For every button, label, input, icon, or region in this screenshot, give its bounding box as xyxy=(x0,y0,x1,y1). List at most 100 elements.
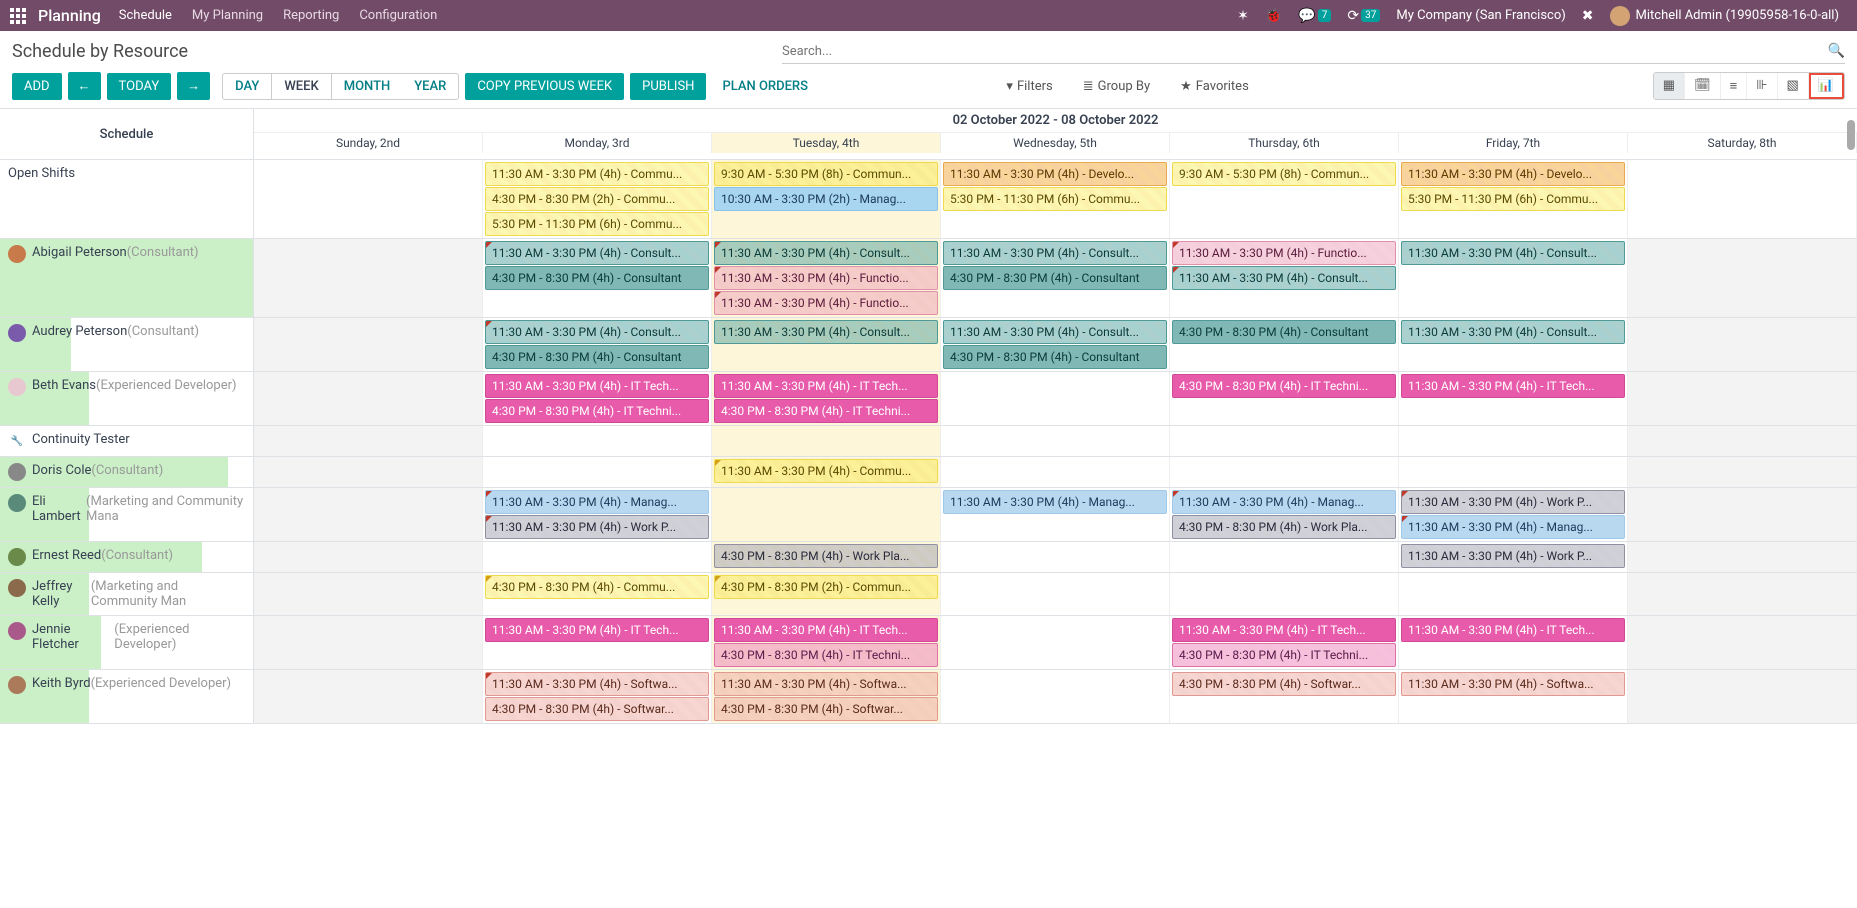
shift-pill[interactable]: 11:30 AM - 3:30 PM (4h) - Softwa... xyxy=(485,672,709,696)
nav-my-planning[interactable]: My Planning xyxy=(192,8,263,23)
day-cell[interactable]: 11:30 AM - 3:30 PM (4h) - Commu...4:30 P… xyxy=(483,160,712,238)
day-cell[interactable]: 11:30 AM - 3:30 PM (4h) - Work P... xyxy=(1399,542,1628,572)
shift-pill[interactable]: 11:30 AM - 3:30 PM (4h) - Manag... xyxy=(485,490,709,514)
view-pivot-icon[interactable]: ▧ xyxy=(1778,73,1809,99)
day-cell[interactable]: 4:30 PM - 8:30 PM (2h) - Commun... xyxy=(712,573,941,615)
day-cell[interactable]: 11:30 AM - 3:30 PM (4h) - Develo...5:30 … xyxy=(1399,160,1628,238)
shift-pill[interactable]: 11:30 AM - 3:30 PM (4h) - IT Tech... xyxy=(1172,618,1396,642)
resource-cell[interactable]: Doris Cole (Consultant) xyxy=(0,457,254,487)
day-cell[interactable] xyxy=(254,616,483,669)
day-cell[interactable] xyxy=(1628,542,1857,572)
day-cell[interactable] xyxy=(1628,616,1857,669)
day-cell[interactable] xyxy=(254,160,483,238)
shift-pill[interactable]: 11:30 AM - 3:30 PM (4h) - IT Tech... xyxy=(1401,374,1625,398)
day-cell[interactable] xyxy=(254,488,483,541)
view-list-icon[interactable]: ≡ xyxy=(1721,73,1748,99)
shift-pill[interactable]: 4:30 PM - 8:30 PM (4h) - Consultant xyxy=(485,266,709,290)
resource-cell[interactable]: Eli Lambert (Marketing and Community Man… xyxy=(0,488,254,541)
shift-pill[interactable]: 4:30 PM - 8:30 PM (4h) - Softwar... xyxy=(714,697,938,721)
shift-pill[interactable]: 11:30 AM - 3:30 PM (4h) - Softwa... xyxy=(714,672,938,696)
day-cell[interactable]: 11:30 AM - 3:30 PM (4h) - IT Tech...4:30… xyxy=(1170,616,1399,669)
day-cell[interactable]: 11:30 AM - 3:30 PM (4h) - Consult...4:30… xyxy=(941,318,1170,371)
day-cell[interactable] xyxy=(1628,239,1857,317)
nav-schedule[interactable]: Schedule xyxy=(119,8,172,23)
shift-pill[interactable]: 5:30 PM - 11:30 PM (6h) - Commu... xyxy=(943,187,1167,211)
shift-pill[interactable]: 11:30 AM - 3:30 PM (4h) - Softwa... xyxy=(1401,672,1625,696)
shift-pill[interactable]: 4:30 PM - 8:30 PM (2h) - Commun... xyxy=(714,575,938,599)
groupby-menu[interactable]: ≣Group By xyxy=(1083,79,1150,94)
shift-pill[interactable]: 11:30 AM - 3:30 PM (4h) - Functio... xyxy=(714,266,938,290)
day-cell[interactable] xyxy=(1399,457,1628,487)
shift-pill[interactable]: 4:30 PM - 8:30 PM (4h) - Consultant xyxy=(943,345,1167,369)
shift-pill[interactable]: 11:30 AM - 3:30 PM (4h) - Develo... xyxy=(1401,162,1625,186)
day-cell[interactable] xyxy=(1628,670,1857,723)
shift-pill[interactable]: 4:30 PM - 8:30 PM (4h) - Consultant xyxy=(943,266,1167,290)
range-year[interactable]: YEAR xyxy=(402,74,458,99)
day-cell[interactable]: 11:30 AM - 3:30 PM (4h) - Consult... xyxy=(712,318,941,371)
day-cell[interactable]: 11:30 AM - 3:30 PM (4h) - Commu... xyxy=(712,457,941,487)
shift-pill[interactable]: 11:30 AM - 3:30 PM (4h) - Work P... xyxy=(1401,490,1625,514)
day-cell[interactable] xyxy=(712,488,941,541)
day-cell[interactable]: 11:30 AM - 3:30 PM (4h) - Consult... xyxy=(1399,239,1628,317)
plan-orders-link[interactable]: PLAN ORDERS xyxy=(712,73,818,100)
day-cell[interactable]: 11:30 AM - 3:30 PM (4h) - Work P...11:30… xyxy=(1399,488,1628,541)
day-cell[interactable] xyxy=(1399,573,1628,615)
day-cell[interactable] xyxy=(941,616,1170,669)
resource-cell[interactable]: Beth Evans (Experienced Developer) xyxy=(0,372,254,425)
day-cell[interactable] xyxy=(1628,372,1857,425)
day-cell[interactable]: 4:30 PM - 8:30 PM (4h) - Softwar... xyxy=(1170,670,1399,723)
shift-pill[interactable]: 4:30 PM - 8:30 PM (4h) - Work Pla... xyxy=(1172,515,1396,539)
bug-icon[interactable]: 🐞 xyxy=(1265,8,1282,24)
scrollbar-thumb[interactable] xyxy=(1847,120,1855,150)
prev-button[interactable]: ← xyxy=(68,72,101,100)
shift-pill[interactable]: 11:30 AM - 3:30 PM (4h) - Consult... xyxy=(714,241,938,265)
shift-pill[interactable]: 11:30 AM - 3:30 PM (4h) - Manag... xyxy=(1172,490,1396,514)
day-cell[interactable] xyxy=(254,372,483,425)
resource-cell[interactable]: Jennie Fletcher (Experienced Developer) xyxy=(0,616,254,669)
day-cell[interactable]: 11:30 AM - 3:30 PM (4h) - IT Tech...4:30… xyxy=(712,616,941,669)
shift-pill[interactable]: 11:30 AM - 3:30 PM (4h) - Develo... xyxy=(943,162,1167,186)
day-cell[interactable] xyxy=(1628,573,1857,615)
day-cell[interactable] xyxy=(483,426,712,456)
day-cell[interactable]: 4:30 PM - 8:30 PM (4h) - Consultant xyxy=(1170,318,1399,371)
day-cell[interactable] xyxy=(1170,457,1399,487)
day-cell[interactable]: 11:30 AM - 3:30 PM (4h) - Consult...11:3… xyxy=(712,239,941,317)
company-switcher[interactable]: My Company (San Francisco) xyxy=(1396,8,1565,23)
view-graph-icon[interactable]: 📊 xyxy=(1809,73,1844,99)
day-cell[interactable] xyxy=(941,670,1170,723)
day-cell[interactable]: 11:30 AM - 3:30 PM (4h) - Softwa...4:30 … xyxy=(483,670,712,723)
day-cell[interactable] xyxy=(1628,318,1857,371)
copy-previous-button[interactable]: COPY PREVIOUS WEEK xyxy=(465,73,624,100)
shift-pill[interactable]: 11:30 AM - 3:30 PM (4h) - IT Tech... xyxy=(714,374,938,398)
nav-reporting[interactable]: Reporting xyxy=(283,8,339,23)
day-cell[interactable] xyxy=(254,542,483,572)
day-cell[interactable]: 11:30 AM - 3:30 PM (4h) - Functio...11:3… xyxy=(1170,239,1399,317)
day-cell[interactable] xyxy=(712,426,941,456)
range-day[interactable]: DAY xyxy=(223,74,271,99)
day-cell[interactable] xyxy=(1628,426,1857,456)
day-cell[interactable]: 9:30 AM - 5:30 PM (8h) - Commun...10:30 … xyxy=(712,160,941,238)
day-cell[interactable] xyxy=(254,239,483,317)
day-cell[interactable] xyxy=(941,457,1170,487)
day-cell[interactable] xyxy=(254,318,483,371)
day-cell[interactable]: 11:30 AM - 3:30 PM (4h) - IT Tech...4:30… xyxy=(712,372,941,425)
shift-pill[interactable]: 11:30 AM - 3:30 PM (4h) - Consult... xyxy=(485,241,709,265)
resource-cell[interactable]: Abigail Peterson (Consultant) xyxy=(0,239,254,317)
day-cell[interactable]: 11:30 AM - 3:30 PM (4h) - IT Tech... xyxy=(1399,372,1628,425)
day-cell[interactable] xyxy=(1170,542,1399,572)
shift-pill[interactable]: 11:30 AM - 3:30 PM (4h) - Functio... xyxy=(1172,241,1396,265)
day-cell[interactable] xyxy=(941,573,1170,615)
shift-pill[interactable]: 4:30 PM - 8:30 PM (4h) - IT Techni... xyxy=(485,399,709,423)
shift-pill[interactable]: 5:30 PM - 11:30 PM (6h) - Commu... xyxy=(1401,187,1625,211)
shift-pill[interactable]: 4:30 PM - 8:30 PM (4h) - Consultant xyxy=(1172,320,1396,344)
favorites-menu[interactable]: ★Favorites xyxy=(1180,79,1249,94)
day-cell[interactable] xyxy=(1628,160,1857,238)
day-cell[interactable] xyxy=(941,542,1170,572)
day-cell[interactable]: 4:30 PM - 8:30 PM (4h) - IT Techni... xyxy=(1170,372,1399,425)
shift-pill[interactable]: 10:30 AM - 3:30 PM (2h) - Manag... xyxy=(714,187,938,211)
day-cell[interactable] xyxy=(254,457,483,487)
shift-pill[interactable]: 9:30 AM - 5:30 PM (8h) - Commun... xyxy=(1172,162,1396,186)
shift-pill[interactable]: 4:30 PM - 8:30 PM (4h) - Commu... xyxy=(485,575,709,599)
shift-pill[interactable]: 11:30 AM - 3:30 PM (4h) - Commu... xyxy=(714,459,938,483)
chat-icon[interactable]: 💬7 xyxy=(1298,8,1331,24)
